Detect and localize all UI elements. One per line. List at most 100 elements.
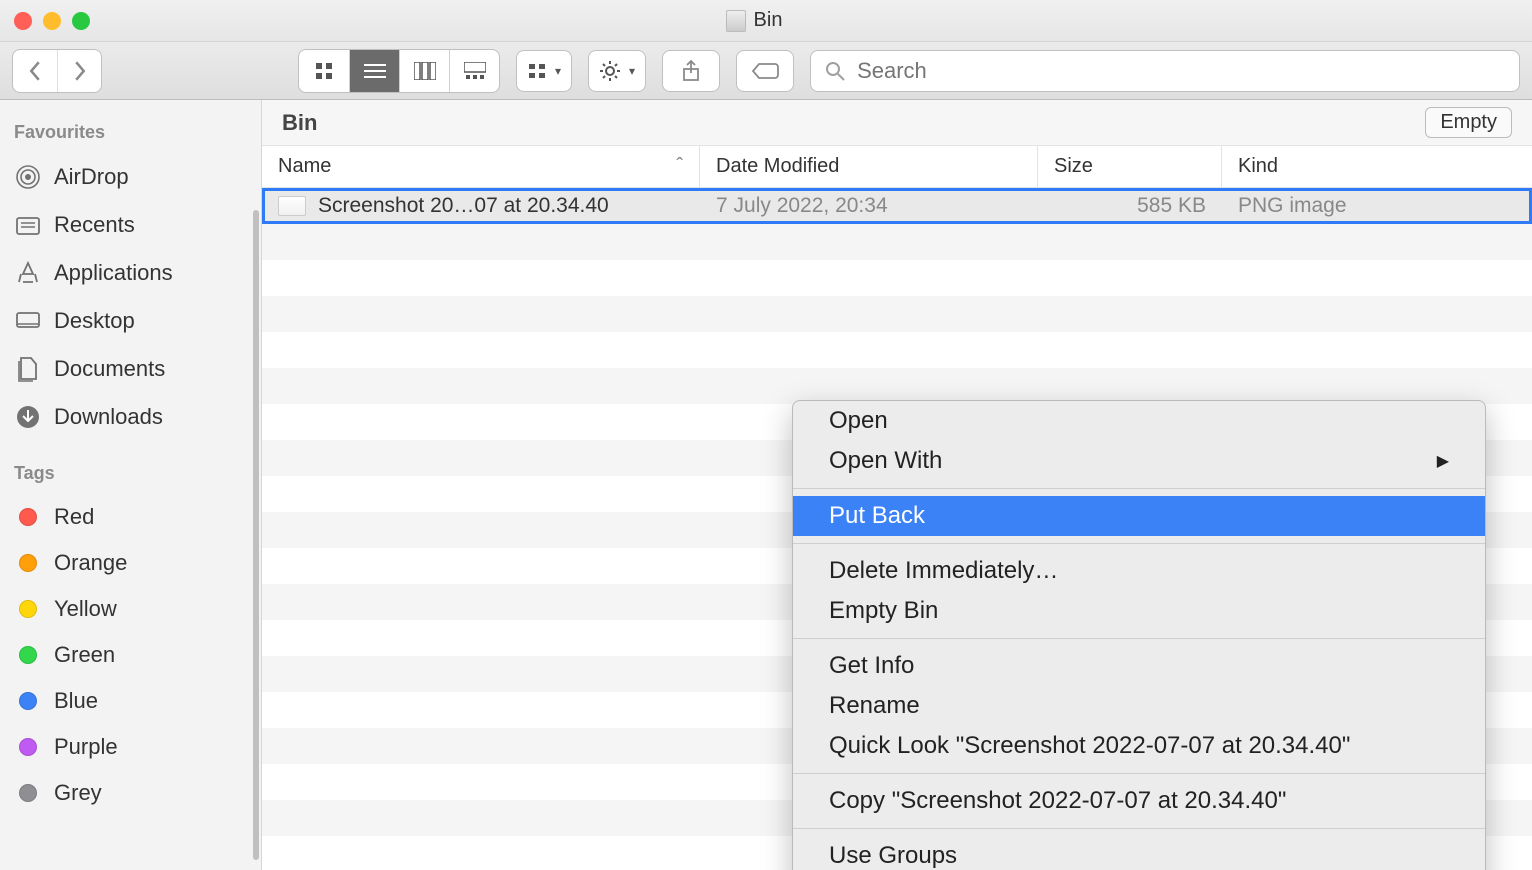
ctx-put-back[interactable]: Put Back (793, 496, 1485, 536)
sidebar-item-recents[interactable]: Recents (0, 201, 261, 249)
sidebar-item-label: Green (54, 642, 115, 668)
sidebar-item-airdrop[interactable]: AirDrop (0, 153, 261, 201)
ctx-get-info[interactable]: Get Info (793, 646, 1485, 686)
sidebar-item-label: Recents (54, 212, 135, 238)
ctx-open[interactable]: Open (793, 401, 1485, 441)
finder-window: Bin ▾ (0, 0, 1532, 870)
recents-icon (14, 211, 42, 239)
window-body: Favourites AirDrop Recents Applications … (0, 100, 1532, 870)
file-row[interactable]: Screenshot 20…07 at 20.34.40 7 July 2022… (262, 188, 1532, 224)
sort-ascending-icon: ˆ (676, 155, 683, 178)
file-kind: PNG image (1222, 194, 1532, 218)
list-view-button[interactable] (349, 50, 399, 92)
forward-button[interactable] (57, 50, 101, 92)
ctx-open-with[interactable]: Open With▶ (793, 441, 1485, 481)
tag-dot-icon (19, 554, 37, 572)
sidebar-tag-purple[interactable]: Purple (0, 724, 261, 770)
nav-group (12, 49, 102, 93)
applications-icon (14, 259, 42, 287)
menu-separator (793, 488, 1485, 489)
sidebar-item-label: Downloads (54, 404, 163, 430)
gallery-view-button[interactable] (449, 50, 499, 92)
sidebar-item-applications[interactable]: Applications (0, 249, 261, 297)
group-by-menu[interactable]: ▾ (516, 50, 572, 92)
downloads-icon (14, 403, 42, 431)
column-header-kind[interactable]: Kind (1222, 146, 1532, 187)
sidebar-item-label: Yellow (54, 596, 117, 622)
empty-bin-button[interactable]: Empty (1425, 107, 1512, 138)
gear-icon (599, 60, 621, 82)
menu-separator (793, 773, 1485, 774)
sidebar-item-label: Purple (54, 734, 118, 760)
tag-dot-icon (19, 738, 37, 756)
column-header-label: Date Modified (716, 155, 839, 178)
tag-dot-icon (19, 784, 37, 802)
titlebar: Bin (0, 0, 1532, 42)
ctx-empty-bin[interactable]: Empty Bin (793, 591, 1485, 631)
back-button[interactable] (13, 50, 57, 92)
tag-icon (751, 61, 779, 81)
sidebar-tag-grey[interactable]: Grey (0, 770, 261, 816)
column-view-button[interactable] (399, 50, 449, 92)
share-button[interactable] (662, 50, 720, 92)
path-bar: Bin Empty (262, 100, 1532, 146)
window-title-text: Bin (754, 9, 783, 32)
icon-view-button[interactable] (299, 50, 349, 92)
menu-separator (793, 828, 1485, 829)
sidebar-heading-favourites: Favourites (0, 114, 261, 153)
sidebar-item-label: Documents (54, 356, 165, 382)
menu-separator (793, 543, 1485, 544)
sidebar-tag-blue[interactable]: Blue (0, 678, 261, 724)
file-thumbnail-icon (278, 196, 306, 216)
tag-dot-icon (19, 600, 37, 618)
ctx-use-groups[interactable]: Use Groups (793, 836, 1485, 870)
sidebar-item-label: Blue (54, 688, 98, 714)
sidebar-item-label: AirDrop (54, 164, 129, 190)
close-window-button[interactable] (14, 12, 32, 30)
sidebar-item-downloads[interactable]: Downloads (0, 393, 261, 441)
sidebar-item-label: Grey (54, 780, 102, 806)
ctx-quick-look[interactable]: Quick Look "Screenshot 2022-07-07 at 20.… (793, 726, 1485, 766)
sidebar-item-documents[interactable]: Documents (0, 345, 261, 393)
column-header-name[interactable]: Name ˆ (262, 146, 700, 187)
chevron-down-icon: ▾ (555, 64, 561, 78)
location-title: Bin (282, 110, 317, 136)
column-header-size[interactable]: Size (1038, 146, 1222, 187)
documents-icon (14, 355, 42, 383)
sidebar-item-label: Red (54, 504, 94, 530)
column-header-date[interactable]: Date Modified (700, 146, 1038, 187)
sidebar-tag-orange[interactable]: Orange (0, 540, 261, 586)
sidebar-tag-red[interactable]: Red (0, 494, 261, 540)
sidebar-heading-tags: Tags (0, 455, 261, 494)
view-switcher (298, 49, 500, 93)
tag-dot-icon (19, 646, 37, 664)
submenu-arrow-icon: ▶ (1437, 451, 1449, 471)
sidebar-tag-yellow[interactable]: Yellow (0, 586, 261, 632)
file-list[interactable]: Screenshot 20…07 at 20.34.40 7 July 2022… (262, 188, 1532, 870)
search-field[interactable] (810, 50, 1520, 92)
menu-separator (793, 638, 1485, 639)
column-header-label: Kind (1238, 155, 1278, 178)
airdrop-icon (14, 163, 42, 191)
ctx-copy[interactable]: Copy "Screenshot 2022-07-07 at 20.34.40" (793, 781, 1485, 821)
search-input[interactable] (857, 58, 1505, 84)
share-icon (681, 60, 701, 82)
sidebar-item-desktop[interactable]: Desktop (0, 297, 261, 345)
action-menu[interactable]: ▾ (588, 50, 646, 92)
column-header-label: Name (278, 155, 331, 178)
window-controls (14, 12, 90, 30)
chevron-down-icon: ▾ (629, 64, 635, 78)
minimize-window-button[interactable] (43, 12, 61, 30)
file-size: 585 KB (1038, 194, 1222, 218)
tags-button[interactable] (736, 50, 794, 92)
file-date: 7 July 2022, 20:34 (700, 194, 1038, 218)
ctx-rename[interactable]: Rename (793, 686, 1485, 726)
column-headers: Name ˆ Date Modified Size Kind (262, 146, 1532, 188)
file-name: Screenshot 20…07 at 20.34.40 (318, 194, 609, 218)
search-icon (825, 61, 845, 81)
sidebar-tag-green[interactable]: Green (0, 632, 261, 678)
ctx-delete-immediately[interactable]: Delete Immediately… (793, 551, 1485, 591)
zoom-window-button[interactable] (72, 12, 90, 30)
sidebar: Favourites AirDrop Recents Applications … (0, 100, 262, 870)
window-title: Bin (90, 9, 1518, 32)
